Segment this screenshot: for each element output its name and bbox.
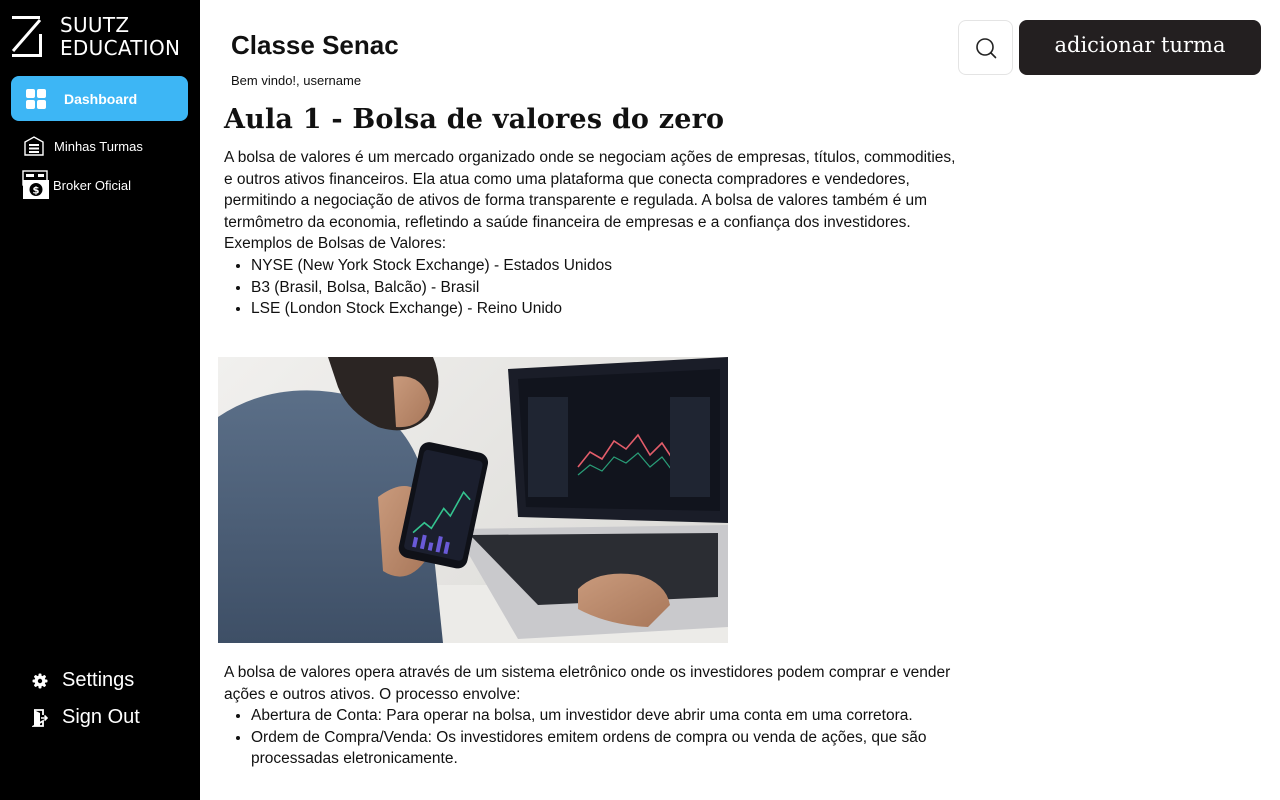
sidebar-item-sign-out[interactable]: Sign Out (32, 706, 140, 729)
building-icon (24, 136, 44, 156)
list-item: Abertura de Conta: Para operar na bolsa,… (251, 705, 959, 727)
lesson-intro-section: A bolsa de valores é um mercado organiza… (224, 147, 959, 320)
sidebar-item-broker-oficial[interactable]: $ Broker Oficial (22, 170, 131, 200)
sidebar-item-label: Minhas Turmas (54, 138, 143, 154)
sidebar-item-minhas-turmas[interactable]: Minhas Turmas (22, 134, 143, 158)
brand-line1: SUUTZ (60, 13, 130, 37)
sidebar-item-label: Broker Oficial (53, 177, 132, 193)
sidebar-item-label: Sign Out (62, 706, 140, 728)
dashboard-grid-icon (26, 88, 46, 109)
list-item: LSE (London Stock Exchange) - Reino Unid… (251, 298, 959, 320)
welcome-message: Bem vindo!, username (231, 73, 362, 88)
search-button[interactable] (958, 20, 1013, 75)
process-steps-list: Abertura de Conta: Para operar na bolsa,… (251, 705, 959, 770)
broker-money-icon: $ (22, 170, 49, 199)
sign-out-icon (32, 708, 48, 727)
brand-name: SUUTZ EDUCATION (60, 14, 180, 60)
list-item: Ordem de Compra/Venda: Os investidores e… (251, 727, 959, 770)
examples-list: NYSE (New York Stock Exchange) - Estados… (251, 255, 959, 320)
add-class-button[interactable]: adicionar turma (1019, 20, 1261, 75)
process-intro-text: A bolsa de valores opera através de um s… (224, 664, 951, 703)
svg-text:$: $ (33, 186, 40, 197)
sidebar: SUUTZ EDUCATION Dashboard Minhas Turmas … (0, 0, 200, 800)
page-title: Classe Senac (231, 30, 399, 60)
sidebar-item-label: Dashboard (64, 90, 138, 107)
sidebar-item-dashboard[interactable]: Dashboard (11, 76, 188, 121)
brand-logo[interactable]: SUUTZ EDUCATION (10, 14, 180, 60)
sidebar-item-label: Settings (62, 669, 135, 691)
search-icon (975, 37, 996, 58)
trading-photo-illustration (218, 357, 728, 643)
list-item: B3 (Brasil, Bolsa, Balcão) - Brasil (251, 277, 959, 299)
brand-line2: EDUCATION (60, 36, 181, 60)
list-item: NYSE (New York Stock Exchange) - Estados… (251, 255, 959, 277)
lesson-process-section: A bolsa de valores opera através de um s… (224, 662, 959, 770)
examples-heading: Exemplos de Bolsas de Valores: (224, 235, 446, 253)
lesson-title: Aula 1 - Bolsa de valores do zero (224, 104, 725, 135)
sidebar-item-settings[interactable]: Settings (32, 669, 134, 692)
lesson-intro-text: A bolsa de valores é um mercado organiza… (224, 149, 956, 231)
gear-icon (32, 673, 48, 688)
suutz-logo-icon (11, 16, 42, 57)
lesson-image (218, 357, 728, 643)
